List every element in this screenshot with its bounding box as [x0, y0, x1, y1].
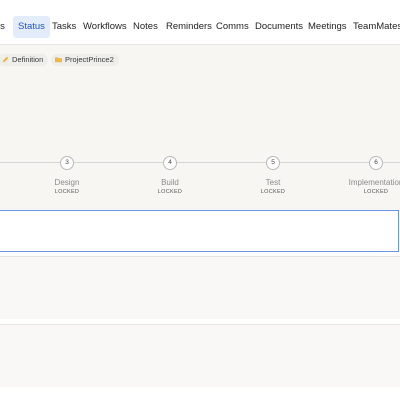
folder-icon [55, 57, 62, 63]
content-section-2 [0, 324, 400, 387]
stage-name: Design [54, 178, 80, 187]
stage-name: Build [161, 178, 179, 187]
tab-workflows[interactable]: Workflows [83, 16, 127, 38]
methodology-chip-label: ProjectPrince2 [65, 55, 114, 64]
content-section-1 [0, 256, 400, 319]
stage-name: Test [265, 178, 281, 187]
stage-step-implementation[interactable]: 6 Implementation LOCKED [331, 156, 400, 195]
stage-step-test[interactable]: 5 Test LOCKED [228, 156, 318, 195]
status-panel: Definition ProjectPrince2 3 Design LOCKE… [0, 45, 400, 211]
stage-chip-label: Definition [12, 55, 44, 64]
tab-meetings[interactable]: Meetings [308, 16, 347, 38]
stage-state: LOCKED [363, 189, 389, 195]
stage-number: 5 [266, 156, 280, 170]
pencil-icon [2, 56, 9, 63]
tab-status[interactable]: Status [13, 16, 50, 38]
stage-number: 4 [163, 156, 177, 170]
tab-comms[interactable]: Comms [216, 16, 249, 38]
stage-step-build[interactable]: 4 Build LOCKED [125, 156, 215, 195]
stage-step-design[interactable]: 3 Design LOCKED [22, 156, 112, 195]
tab-teammates[interactable]: TeamMates [353, 16, 400, 38]
tab-tasks[interactable]: Tasks [52, 16, 76, 38]
stage-state: LOCKED [157, 189, 183, 195]
tab-bar: ls Status Tasks Workflows Notes Reminder… [0, 0, 400, 45]
status-input[interactable] [0, 211, 398, 251]
stage-number: 3 [60, 156, 74, 170]
stage-state: LOCKED [260, 189, 286, 195]
tab-reminders[interactable]: Reminders [166, 16, 212, 38]
tab-notes[interactable]: Notes [133, 16, 158, 38]
stage-state: LOCKED [54, 189, 80, 195]
stage-name: Implementation [348, 178, 400, 187]
tab-documents[interactable]: Documents [255, 16, 303, 38]
methodology-chip[interactable]: ProjectPrince2 [51, 54, 119, 66]
tab-details[interactable]: ls [0, 16, 5, 38]
stage-number: 6 [369, 156, 383, 170]
stage-chip[interactable]: Definition [0, 54, 49, 66]
status-input-box[interactable] [0, 210, 399, 252]
